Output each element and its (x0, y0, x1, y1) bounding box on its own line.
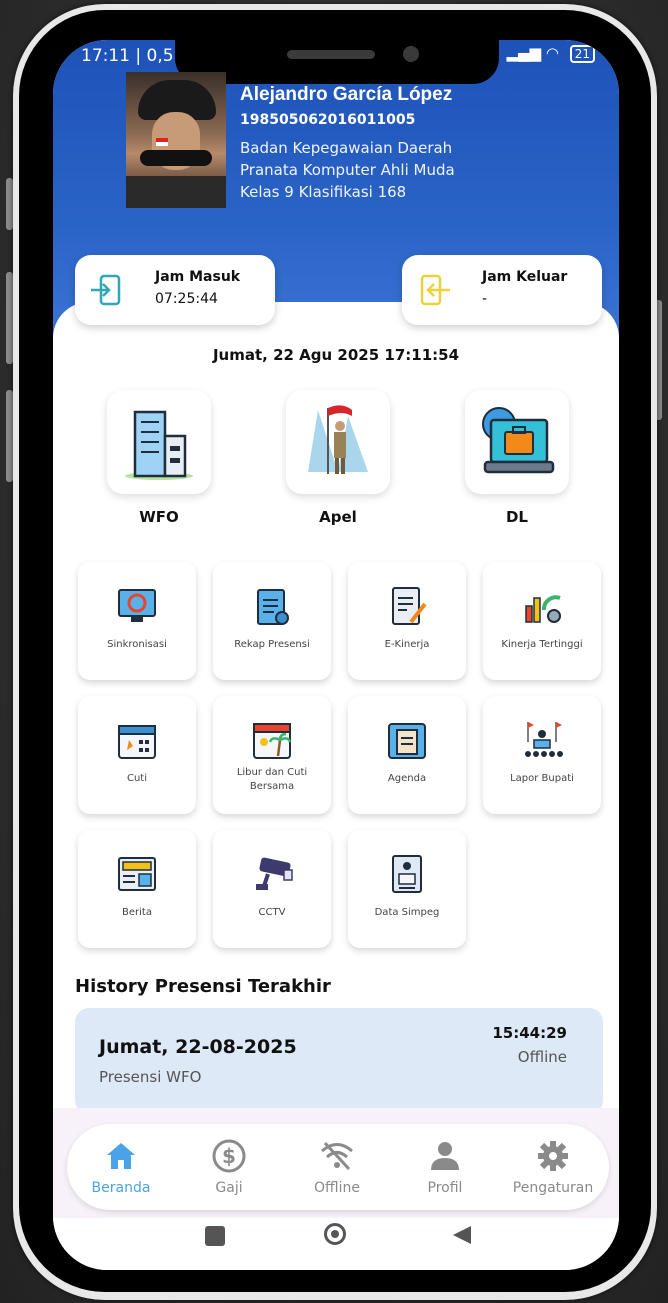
business-trip-icon (482, 407, 555, 474)
menu-agenda[interactable]: Agenda (348, 696, 466, 814)
profile-name: Alejandro García López (240, 84, 453, 105)
status-time: 17:11 | 0,5 (81, 46, 174, 66)
speaker-grille (287, 50, 375, 59)
wifi-icon: ◠ (545, 44, 559, 62)
nav-label: Profil (427, 1180, 463, 1196)
menu-libur-cuti-bersama[interactable]: Libur dan Cuti Bersama (213, 696, 331, 814)
menu-sinkronisasi[interactable]: Sinkronisasi (78, 562, 196, 680)
menu-label: Libur dan Cuti Bersama (236, 767, 308, 792)
calendar-icon (118, 725, 156, 759)
flag-ceremony-icon (308, 405, 368, 474)
gear-icon (538, 1141, 568, 1171)
signal-icon: ▂▄▆ (506, 44, 542, 62)
status-icons: ▂▄▆ ◠ 21 (506, 44, 595, 63)
menu-cctv[interactable]: CCTV (213, 830, 331, 948)
history-status: Offline (517, 1048, 567, 1066)
back-icon[interactable] (451, 1224, 473, 1246)
device-button (6, 178, 13, 230)
avatar (126, 72, 226, 208)
check-in-value: 07:25:44 (155, 291, 218, 307)
check-in-label: Jam Masuk (155, 269, 241, 285)
logout-icon (420, 274, 450, 306)
history-type: Presensi WFO (99, 1068, 202, 1086)
profile-nip: 198505062016011005 (240, 112, 416, 128)
menu-label: Kinerja Tertinggi (501, 639, 583, 650)
clipboard-icon (257, 589, 289, 625)
menu-label: Cuti (126, 773, 148, 784)
battery-icon: 21 (569, 45, 595, 63)
history-time: 15:44:29 (492, 1024, 567, 1042)
newspaper-icon (118, 857, 156, 891)
check-out-label: Jam Keluar (482, 269, 568, 285)
wfo-button[interactable] (107, 390, 211, 494)
login-icon (91, 274, 121, 306)
menu-data-simpeg[interactable]: Data Simpeg (348, 830, 466, 948)
check-out-card: Jam Keluar - (402, 255, 602, 325)
history-date: Jumat, 22-08-2025 (99, 1036, 297, 1058)
wifi-off-icon (321, 1141, 353, 1171)
profile-office: Badan Kepegawaian Daerah (240, 139, 453, 157)
home-icon (107, 1143, 135, 1169)
menu-kinerja-tertinggi[interactable]: Kinerja Tertinggi (483, 562, 601, 680)
menu-berita[interactable]: Berita (78, 830, 196, 948)
check-in-card: Jam Masuk 07:25:44 (75, 255, 275, 325)
device-button (6, 390, 13, 482)
nav-profil[interactable]: Profil (391, 1124, 499, 1210)
nav-offline[interactable]: Offline (283, 1124, 391, 1210)
performance-chart-icon (525, 595, 561, 623)
cctv-camera-icon (256, 857, 293, 890)
menu-label: Sinkronisasi (107, 639, 167, 650)
menu-label: E-Kinerja (384, 639, 430, 650)
check-out-value: - (482, 291, 488, 307)
profile-class: Kelas 9 Klasifikasi 168 (240, 183, 407, 201)
device-button (6, 272, 13, 364)
nav-label: Offline (314, 1180, 360, 1196)
menu-e-kinerja[interactable]: E-Kinerja (348, 562, 466, 680)
recent-apps-button[interactable] (205, 1226, 225, 1246)
bottom-nav: Beranda $ Gaji Offline Profil Pengaturan (67, 1124, 609, 1210)
holiday-calendar-icon (253, 723, 292, 759)
person-icon (431, 1142, 459, 1170)
menu-lapor-bupati[interactable]: Lapor Bupati (483, 696, 601, 814)
apel-label: Apel (319, 508, 357, 526)
app-screen: 17:11 | 0,5 ▂▄▆ ◠ 21 Alejandro García Ló… (53, 40, 619, 1270)
menu-rekap-presensi[interactable]: Rekap Presensi (213, 562, 331, 680)
nav-label: Beranda (91, 1180, 151, 1196)
menu-label: Agenda (387, 773, 427, 784)
apel-button[interactable] (286, 390, 390, 494)
nav-label: Pengaturan (512, 1180, 594, 1196)
history-title: History Presensi Terakhir (75, 976, 331, 997)
menu-label: Lapor Bupati (510, 773, 574, 784)
building-icon (125, 410, 193, 480)
menu-cuti[interactable]: Cuti (78, 696, 196, 814)
system-navigation (53, 1218, 619, 1270)
meeting-icon (525, 722, 563, 757)
front-camera (403, 46, 419, 62)
dl-button[interactable] (465, 390, 569, 494)
menu-label: CCTV (258, 907, 286, 918)
menu-label: Data Simpeg (374, 907, 440, 918)
current-datetime: Jumat, 22 Agu 2025 17:11:54 (212, 346, 460, 364)
menu-label: Rekap Presensi (234, 639, 310, 650)
nav-beranda[interactable]: Beranda (67, 1124, 175, 1210)
profile-position: Pranata Komputer Ahli Muda (240, 161, 455, 179)
nav-label: Gaji (215, 1180, 243, 1196)
nav-gaji[interactable]: $ Gaji (175, 1124, 283, 1210)
wfo-label: WFO (139, 508, 179, 526)
nav-pengaturan[interactable]: Pengaturan (499, 1124, 607, 1210)
agenda-icon (388, 723, 426, 759)
dl-label: DL (505, 508, 528, 526)
bio-document-icon (392, 855, 422, 893)
svg-text:$: $ (222, 1144, 236, 1168)
home-system-button[interactable] (324, 1223, 346, 1245)
history-item[interactable]: Jumat, 22-08-2025 Presensi WFO 15:44:29 … (75, 1008, 603, 1114)
sync-icon (118, 589, 156, 622)
menu-label: Berita (122, 907, 152, 918)
document-edit-icon (392, 587, 427, 625)
dollar-icon: $ (212, 1139, 246, 1173)
